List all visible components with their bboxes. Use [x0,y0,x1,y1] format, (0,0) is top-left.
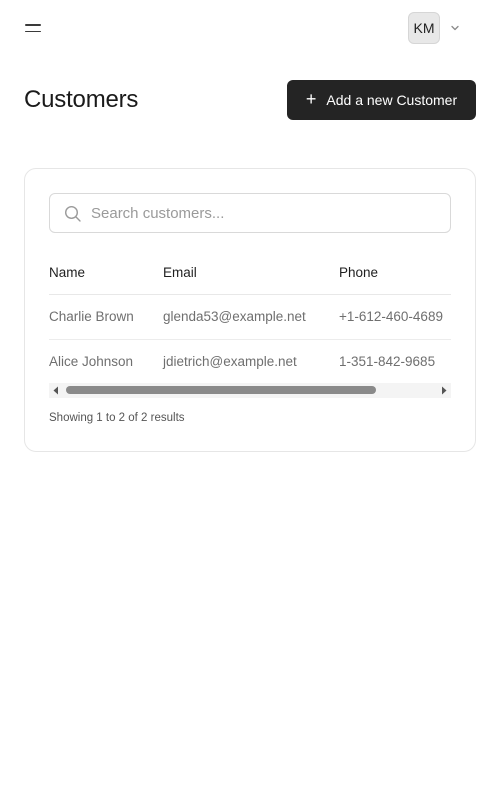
cell-email: glenda53@example.net [163,294,339,340]
column-header-phone[interactable]: Phone [339,251,451,295]
menu-line [25,24,41,26]
page-title: Customers [24,86,139,113]
chevron-down-icon [451,25,459,31]
cell-name: Charlie Brown [49,294,163,340]
add-customer-button-label: Add a new Customer [326,92,458,108]
cell-phone: +1-612-460-4689 [339,294,451,340]
customers-table-container[interactable]: Name Email Phone Charlie Brown glenda53@… [49,251,451,399]
customers-card: Name Email Phone Charlie Brown glenda53@… [24,168,476,452]
column-header-name[interactable]: Name [49,251,163,295]
search-box[interactable] [49,193,451,233]
column-header-email[interactable]: Email [163,251,339,295]
cell-phone: 1-351-842-9685 [339,353,436,369]
table-row[interactable]: Charlie Brown glenda53@example.net +1-61… [49,294,451,340]
cell-email: jdietrich@example.net [163,353,297,369]
search-input[interactable] [50,194,450,232]
hamburger-menu-icon[interactable] [22,17,46,39]
menu-line [25,30,41,32]
scroll-left-arrow-icon[interactable] [52,386,60,395]
scrollbar-thumb[interactable] [66,386,376,394]
add-customer-button[interactable]: + Add a new Customer [287,80,476,120]
horizontal-scrollbar[interactable] [49,383,451,398]
search-icon [64,205,81,222]
pagination-summary: Showing 1 to 2 of 2 results [49,412,185,424]
cell-name: Alice Johnson [49,353,134,369]
table-row[interactable]: Alice Johnson jdietrich@example.net 1-35… [49,339,451,383]
user-menu[interactable]: KM [408,12,460,44]
avatar[interactable]: KM [408,12,440,44]
customers-table: Name Email Phone Charlie Brown glenda53@… [49,251,451,383]
customers-page: KM Customers + Add a new Customer Search… [0,0,500,793]
scroll-right-arrow-icon[interactable] [440,386,448,395]
table-header-row: Name Email Phone [49,251,451,295]
plus-icon: + [305,89,317,109]
